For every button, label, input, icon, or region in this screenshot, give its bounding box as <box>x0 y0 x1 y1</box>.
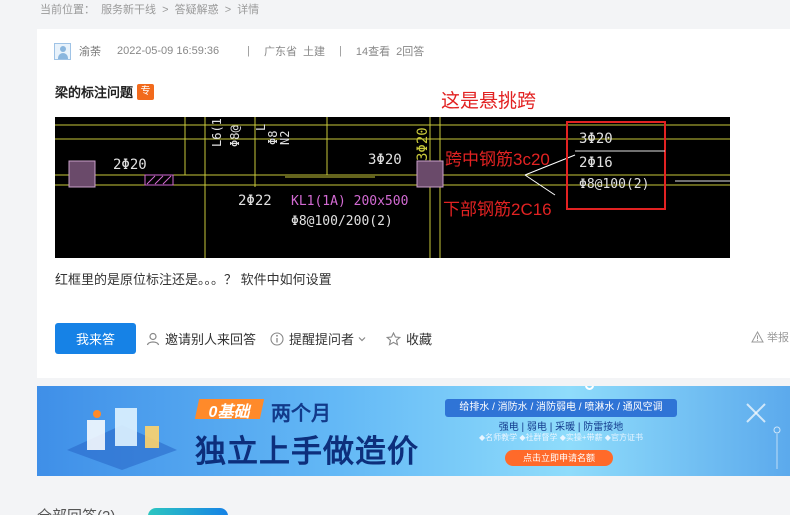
invite-label: 邀请别人来回答 <box>165 332 257 347</box>
banner-headline: 独立上手做造价 <box>195 434 419 469</box>
meta-divider: | <box>339 45 342 57</box>
breadcrumb-link-service[interactable]: 服务新干线 <box>101 4 156 16</box>
view-count: 14查看 <box>355 46 391 58</box>
box-label-top: 3Φ20 <box>579 131 613 147</box>
vertical-label: L6(1) <box>210 117 224 147</box>
breadcrumb-separator: > <box>224 4 232 16</box>
user-name[interactable]: 渝荼 <box>79 43 101 59</box>
province: 广东省 <box>264 46 298 58</box>
info-icon <box>270 331 284 346</box>
annotation-span-mid: 跨中钢筋3c20 <box>445 150 550 169</box>
user-icon <box>146 332 160 345</box>
box-label-bottom: Φ8@100(2) <box>579 177 649 192</box>
banner-cta-button[interactable]: 点击立即申请名额 <box>505 450 613 466</box>
remind-action[interactable]: 提醒提问者 <box>270 329 372 348</box>
section-decoration <box>148 508 228 515</box>
banner-features: ◆名师教学 ◆社群督学 ◆实操+带薪 ◆官方证书 <box>479 433 643 442</box>
question-meta: 渝荼 2022-05-09 16:59:36 | 广东省 土建 | 14查看 2… <box>54 42 424 60</box>
breadcrumb-separator: > <box>162 4 169 16</box>
rebar-label-left: 2Φ20 <box>113 157 147 173</box>
banner-services-line1: 给排水 / 消防水 / 消防弱电 / 喷淋水 / 通风空调 <box>445 399 677 417</box>
stirrup-label: Φ8@100/200(2) <box>291 214 393 229</box>
breadcrumb: 当前位置： 服务新干线 > 答疑解惑 > 详情 <box>40 1 262 17</box>
vertical-label: L <box>254 124 268 131</box>
report-action[interactable]: 举报 <box>751 329 789 345</box>
rebar-label-right-top: 3Φ20 <box>368 152 402 168</box>
answer-count: 2回答 <box>396 46 425 58</box>
beam-name-label: KL1(1A) 200x500 <box>291 194 408 209</box>
warning-icon <box>751 331 764 343</box>
annotation-cantilever: 这是悬挑跨 <box>441 91 537 112</box>
report-label: 举报 <box>767 332 789 344</box>
avatar[interactable] <box>54 42 71 60</box>
chevron-down-icon <box>358 336 366 341</box>
answers-section-title: 全部回答(2) <box>37 505 115 515</box>
invite-action[interactable]: 邀请别人来回答 <box>146 329 256 348</box>
question-title-row: 梁的标注问题 专 <box>55 82 155 101</box>
answer-button[interactable]: 我来答 <box>55 323 136 354</box>
breadcrumb-current: 详情 <box>237 4 260 16</box>
vertical-label: Φ8@ <box>228 125 242 147</box>
star-icon <box>386 331 402 346</box>
category: 土建 <box>303 46 326 58</box>
decorative-shapes <box>746 403 781 469</box>
vertical-label-yellow: 3Φ20 <box>415 127 431 161</box>
promo-banner[interactable]: 0基础 两个月 独立上手做造价 给排水 / 消防水 / 消防弱电 / 喷淋水 /… <box>37 386 790 476</box>
annotation-bottom-rebar: 下部钢筋2C16 <box>443 200 552 219</box>
cad-drawing: 2Φ20 2Φ22 KL1(1A) 200x500 Φ8@100/200(2) … <box>55 117 730 258</box>
favorite-label: 收藏 <box>406 332 433 347</box>
post-time: 2022-05-09 16:59:36 <box>117 45 220 57</box>
question-image[interactable]: 2Φ20 2Φ22 KL1(1A) 200x500 Φ8@100/200(2) … <box>55 117 730 258</box>
banner-tag: 0基础 <box>208 404 250 421</box>
breadcrumb-prefix: 当前位置： <box>40 4 95 16</box>
meta-divider: | <box>247 45 251 57</box>
action-bar: 我来答 邀请别人来回答 提醒提问者 收藏 <box>55 323 446 354</box>
question-card: 渝荼 2022-05-09 16:59:36 | 广东省 土建 | 14查看 2… <box>37 29 790 378</box>
question-body: 红框里的是原位标注还是。。。？ 软件中如何设置 <box>55 272 332 287</box>
question-title: 梁的标注问题 <box>55 85 134 100</box>
banner-subtitle: 两个月 <box>271 403 331 425</box>
isometric-illustration <box>67 408 177 470</box>
banner-services-line2: 强电 | 弱电 | 采暖 | 防雷接地 <box>498 422 624 433</box>
box-label-mid: 2Φ16 <box>579 155 613 171</box>
remind-label: 提醒提问者 <box>289 332 355 347</box>
ring-icon <box>585 386 594 390</box>
favorite-action[interactable]: 收藏 <box>386 329 432 348</box>
vertical-label: N2 <box>278 131 292 145</box>
expert-badge: 专 <box>137 83 155 100</box>
rebar-label-mid: 2Φ22 <box>238 193 272 209</box>
breadcrumb-link-qa[interactable]: 答疑解惑 <box>175 4 219 16</box>
